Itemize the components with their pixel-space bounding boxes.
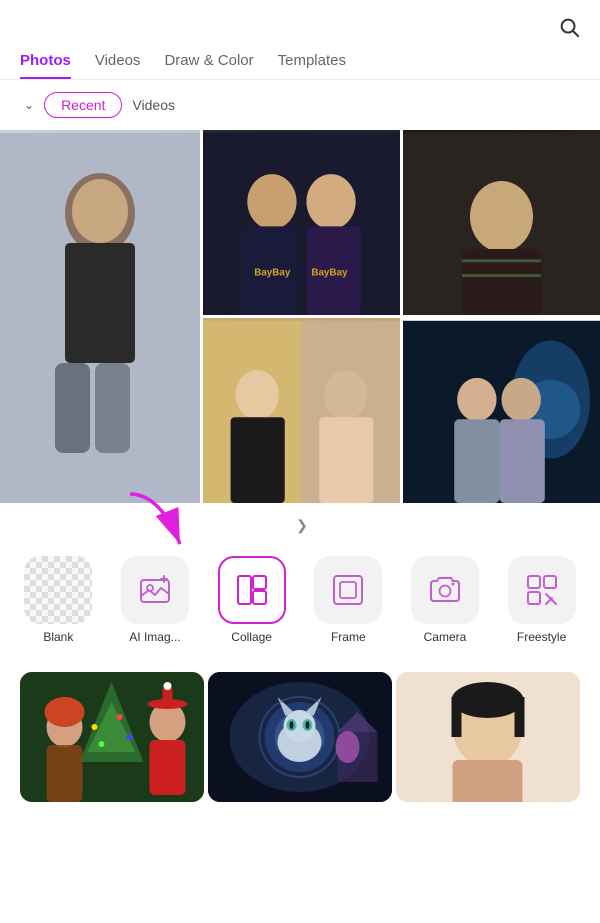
chevron-right-icon: ❯ — [296, 517, 308, 534]
collage-icon — [234, 572, 270, 608]
create-type-freestyle[interactable]: Freestyle — [507, 556, 577, 644]
tab-videos[interactable]: Videos — [95, 52, 141, 79]
all-albums-dropdown[interactable]: ⌄ — [20, 98, 34, 112]
photo-cell-5[interactable] — [403, 318, 600, 503]
ai-tool-card-3[interactable] — [396, 672, 580, 802]
create-type-blank[interactable]: Blank — [23, 556, 93, 644]
ai-tools-grid — [20, 672, 580, 802]
blank-label: Blank — [43, 630, 73, 644]
photo-cell-2[interactable]: BayBay BayBay — [203, 130, 400, 315]
recent-filter-pill[interactable]: Recent — [44, 92, 122, 118]
frame-icon-wrap — [314, 556, 382, 624]
svg-text:BayBay: BayBay — [254, 268, 291, 279]
photo-cell-1[interactable] — [0, 130, 200, 503]
chevron-down-icon: ⌄ — [24, 98, 34, 112]
create-type-frame[interactable]: Frame — [313, 556, 383, 644]
camera-icon-wrap — [411, 556, 479, 624]
create-type-collage[interactable]: Collage — [217, 556, 287, 644]
header — [0, 0, 600, 52]
ai-tool-card-2[interactable] — [208, 672, 392, 802]
freestyle-label: Freestyle — [517, 630, 566, 644]
frame-label: Frame — [331, 630, 366, 644]
see-all-link[interactable]: ❯ — [292, 517, 308, 534]
see-all-row: ❯ — [0, 503, 600, 544]
create-type-camera[interactable]: Camera — [410, 556, 480, 644]
photo-cell-3[interactable] — [403, 130, 600, 315]
search-icon[interactable] — [558, 16, 580, 44]
freestyle-icon — [524, 572, 560, 608]
freestyle-icon-wrap — [508, 556, 576, 624]
svg-text:BayBay: BayBay — [311, 268, 348, 279]
ai-image-label: AI Imag... — [129, 630, 180, 644]
tabs-bar: Photos Videos Draw & Color Templates — [0, 52, 600, 80]
camera-label: Camera — [424, 630, 467, 644]
ai-image-icon-wrap — [121, 556, 189, 624]
photo-grid: BayBay BayBay — [0, 130, 600, 503]
videos-filter[interactable]: Videos — [132, 97, 175, 113]
frame-icon — [330, 572, 366, 608]
filter-bar: ⌄ Recent Videos — [0, 92, 600, 130]
create-type-ai-image[interactable]: AI Imag... — [120, 556, 190, 644]
ai-tool-card-1[interactable] — [20, 672, 204, 802]
tab-photos[interactable]: Photos — [20, 52, 71, 79]
tab-templates[interactable]: Templates — [278, 52, 346, 79]
collage-label: Collage — [231, 630, 272, 644]
ai-image-icon — [137, 572, 173, 608]
camera-icon — [427, 572, 463, 608]
photo-cell-4[interactable] — [203, 318, 400, 503]
collage-icon-wrap — [218, 556, 286, 624]
ai-tools-section — [0, 672, 600, 818]
create-types: Blank AI Imag... Collage — [0, 544, 600, 660]
tab-draw-color[interactable]: Draw & Color — [164, 52, 253, 79]
blank-icon-wrap — [24, 556, 92, 624]
